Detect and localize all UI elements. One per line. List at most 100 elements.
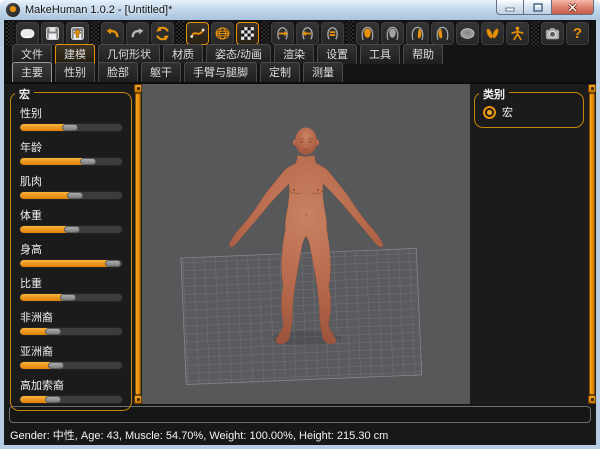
tab-settings[interactable]: 设置 [317,44,357,64]
tab-geometries[interactable]: 几何形状 [98,44,160,64]
left-side-view-button[interactable] [431,22,454,45]
slider-track[interactable] [19,361,123,370]
minimize-button[interactable] [496,0,524,15]
subtab-gender[interactable]: 性别 [55,62,95,82]
slider-track[interactable] [19,293,123,302]
slider-age[interactable]: 年龄 [19,139,123,166]
slider-handle[interactable] [45,396,61,403]
slider-caucasian[interactable]: 高加索裔 [19,377,123,404]
new-button[interactable] [16,22,39,45]
toolbar-separator [6,21,14,46]
subtab-main[interactable]: 主要 [12,62,52,82]
status-text: Gender: 中性, Age: 43, Muscle: 54.70%, Wei… [10,427,388,443]
category-option-macro[interactable]: 宏 [481,103,577,123]
toolbar-separator [346,21,354,46]
right-side-view-button[interactable] [406,22,429,45]
close-icon [567,3,578,12]
human-model-scene [142,84,470,404]
maximize-button[interactable] [524,0,551,15]
slider-handle[interactable] [62,124,78,131]
redo-button[interactable] [126,22,149,45]
back-view-button[interactable] [381,22,404,45]
tab-rendering[interactable]: 渲染 [274,44,314,64]
right-splitter-bar[interactable] [589,93,595,395]
slider-track[interactable] [19,395,123,404]
subtab-torso[interactable]: 躯干 [141,62,181,82]
head-right-side-icon [409,25,426,42]
category-panel: 类别 宏 [470,84,588,404]
front-view-button[interactable] [321,22,344,45]
slider-track[interactable] [19,157,123,166]
feet-bottom-icon [484,25,501,42]
face-view-button[interactable] [356,22,379,45]
bottom-view-button[interactable] [481,22,504,45]
slider-weight[interactable]: 体重 [19,207,123,234]
help-icon: ? [573,26,582,41]
top-view-button[interactable] [456,22,479,45]
slider-handle[interactable] [45,328,61,335]
slider-track[interactable] [19,259,123,268]
help-button[interactable]: ? [566,22,589,45]
macro-panel: 宏 性别 年龄 [4,84,134,404]
tab-help[interactable]: 帮助 [403,44,443,64]
left-splitter-knob-top[interactable] [134,84,142,93]
slider-muscle[interactable]: 肌肉 [19,173,123,200]
tab-pose-animate[interactable]: 姿态/动画 [206,44,271,64]
head-front-equal-icon [324,25,341,42]
slider-height[interactable]: 身高 [19,241,123,268]
slider-track[interactable] [19,225,123,234]
subtab-face[interactable]: 脸部 [98,62,138,82]
sub-tab-bar: 主要 性别 脸部 躯干 手臂与腿脚 定制 测量 [4,64,596,84]
slider-asian[interactable]: 亚洲裔 [19,343,123,370]
maximize-icon [533,3,543,12]
undo-icon [104,25,121,42]
slider-track[interactable] [19,123,123,132]
load-button[interactable] [66,22,89,45]
left-splitter-bar[interactable] [135,93,141,395]
rotate-right-button[interactable] [271,22,294,45]
right-splitter-knob-top[interactable] [588,84,596,93]
left-splitter[interactable] [134,84,142,404]
reset-button[interactable] [151,22,174,45]
right-splitter[interactable] [588,84,596,404]
slider-handle[interactable] [105,260,121,267]
head-face-icon [359,25,376,42]
grab-screenshot-button[interactable] [541,22,564,45]
slider-gender[interactable]: 性别 [19,105,123,132]
load-icon [69,25,86,42]
slider-handle[interactable] [64,226,80,233]
save-button[interactable] [41,22,64,45]
slider-handle[interactable] [80,158,96,165]
slider-track[interactable] [19,191,123,200]
viewport-3d[interactable] [142,84,470,404]
subtab-custom[interactable]: 定制 [260,62,300,82]
app-logo-icon[interactable] [6,3,20,17]
floor-grid [181,248,422,384]
wireframe-globe-icon [214,25,231,42]
rotate-left-button[interactable] [296,22,319,45]
tab-utilities[interactable]: 工具 [360,44,400,64]
reset-camera-button[interactable] [506,22,529,45]
tab-files[interactable]: 文件 [12,44,52,64]
tab-materials[interactable]: 材质 [163,44,203,64]
smooth-shading-button[interactable] [186,22,209,45]
wireframe-button[interactable] [211,22,234,45]
slider-african[interactable]: 非洲裔 [19,309,123,336]
slider-handle[interactable] [60,294,76,301]
slider-proportions[interactable]: 比重 [19,275,123,302]
undo-button[interactable] [101,22,124,45]
toolbar-separator [176,21,184,46]
slider-handle[interactable] [48,362,64,369]
window-title: MakeHuman 1.0.2 - [Untitled]* [25,4,172,16]
right-splitter-knob-bottom[interactable] [588,395,596,404]
save-icon [44,25,61,42]
subtab-measure[interactable]: 测量 [303,62,343,82]
slider-handle[interactable] [67,192,83,199]
close-button[interactable] [551,0,594,15]
tab-modelling[interactable]: 建模 [55,44,95,64]
background-checker-button[interactable] [236,22,259,45]
left-splitter-knob-bottom[interactable] [134,395,142,404]
subtab-arms-legs[interactable]: 手臂与腿脚 [184,62,257,82]
macro-groupbox-title: 宏 [15,86,34,102]
slider-track[interactable] [19,327,123,336]
